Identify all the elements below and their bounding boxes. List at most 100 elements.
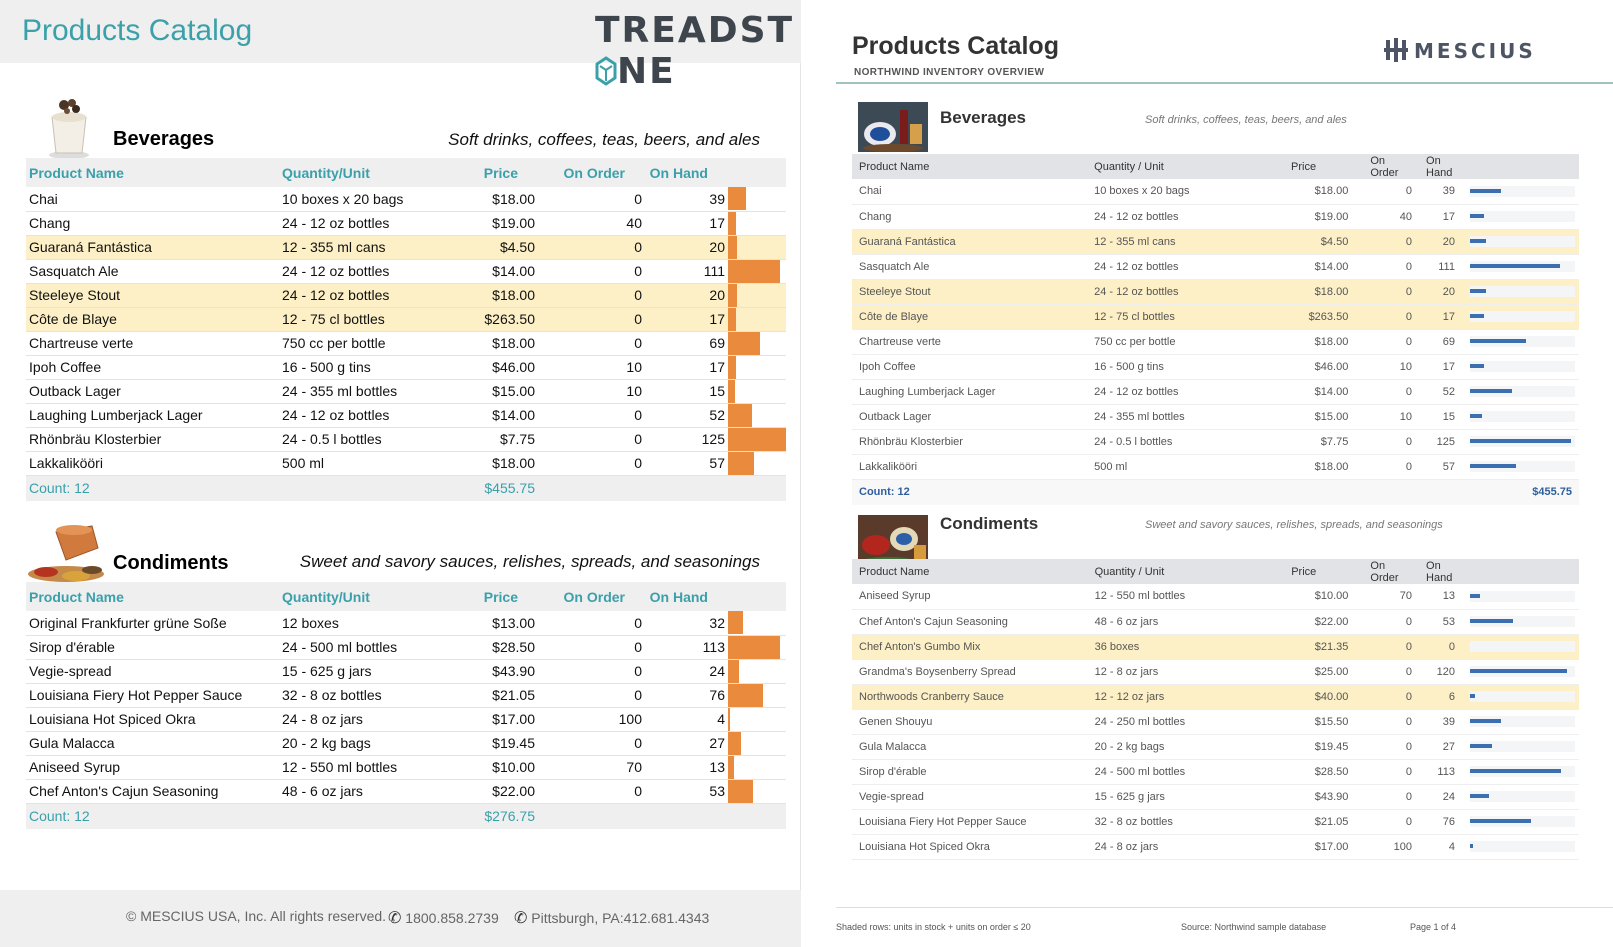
price: $13.00 bbox=[431, 611, 538, 636]
on-hand-bar-track bbox=[1469, 841, 1575, 852]
quantity-unit: 48 - 6 oz jars bbox=[279, 779, 431, 804]
on-hand-bar bbox=[1469, 264, 1560, 268]
on-hand-bar-track bbox=[1469, 211, 1575, 222]
price: $46.00 bbox=[1246, 354, 1356, 380]
on-hand-bar bbox=[1469, 239, 1487, 243]
gem-logo-icon bbox=[595, 56, 617, 86]
on-order: 0 bbox=[538, 403, 645, 428]
price: $18.00 bbox=[1246, 329, 1356, 355]
on-hand: 32 bbox=[645, 611, 728, 636]
price: $7.75 bbox=[1246, 429, 1356, 455]
on-hand-bar bbox=[1469, 389, 1512, 393]
on-hand: 76 bbox=[645, 683, 728, 708]
on-hand-bar bbox=[728, 755, 735, 779]
product-name: Vegie-spread bbox=[852, 784, 1088, 810]
product-name: Gula Malacca bbox=[26, 731, 279, 756]
mescius-logo: MESCIUS bbox=[1384, 38, 1536, 63]
table-row: Vegie-spread 15 - 625 g jars $43.90 0 24 bbox=[852, 784, 1579, 810]
copyright-text: © MESCIUS USA, Inc. All rights reserved. bbox=[126, 908, 387, 924]
price: $19.45 bbox=[431, 731, 538, 756]
on-hand-bar-track bbox=[1469, 386, 1575, 397]
product-name: Louisiana Fiery Hot Pepper Sauce bbox=[852, 809, 1088, 835]
price: $21.05 bbox=[1246, 809, 1356, 835]
on-hand: 57 bbox=[645, 451, 728, 476]
on-order: 0 bbox=[538, 659, 645, 684]
quantity-unit: 12 - 75 cl bottles bbox=[1087, 304, 1247, 330]
count-label: Count: 12 bbox=[852, 478, 1088, 505]
on-order: 0 bbox=[1355, 734, 1420, 760]
on-hand-bar-track bbox=[1469, 741, 1575, 752]
on-hand-bar bbox=[728, 283, 738, 307]
price: $25.00 bbox=[1246, 659, 1356, 685]
product-name: Chef Anton's Cajun Seasoning bbox=[26, 779, 279, 804]
quantity-unit: 24 - 8 oz jars bbox=[1087, 834, 1247, 860]
on-hand-bar bbox=[728, 659, 740, 683]
on-hand-bar-track bbox=[1469, 185, 1575, 197]
quantity-unit: 10 boxes x 20 bags bbox=[1087, 179, 1247, 205]
on-order: 0 bbox=[538, 283, 645, 308]
quantity-unit: 15 - 625 g jars bbox=[279, 659, 431, 684]
on-hand-bar bbox=[728, 187, 747, 211]
price: $22.00 bbox=[431, 779, 538, 804]
on-order: 0 bbox=[538, 235, 645, 260]
on-hand-bar-track bbox=[1469, 716, 1575, 727]
table-row: Chef Anton's Cajun Seasoning 48 - 6 oz ja… bbox=[26, 779, 786, 804]
table-row: Louisiana Fiery Hot Pepper Sauce 32 - 8 o… bbox=[852, 809, 1579, 835]
table-row: Sirop d'érable 24 - 500 ml bottles $28.50 0… bbox=[852, 759, 1579, 785]
on-hand: 20 bbox=[1419, 279, 1462, 305]
table-row: Louisiana Fiery Hot Pepper Sauce 32 - 8 o… bbox=[26, 683, 786, 708]
on-order: 100 bbox=[538, 707, 645, 732]
product-name: Ipoh Coffee bbox=[26, 355, 279, 380]
quantity-unit: 12 - 355 ml cans bbox=[1087, 229, 1247, 255]
product-name: Steeleye Stout bbox=[852, 279, 1088, 305]
on-hand-bar-track bbox=[1469, 590, 1575, 602]
quantity-unit: 12 - 550 ml bottles bbox=[1087, 584, 1247, 610]
on-order: 0 bbox=[1355, 304, 1420, 330]
product-name: Côte de Blaye bbox=[26, 307, 279, 332]
column-header-on-hand: On Hand bbox=[649, 164, 708, 181]
product-name: Louisiana Hot Spiced Okra bbox=[26, 707, 279, 732]
table-row: Chef Anton's Cajun Seasoning 48 - 6 oz ja… bbox=[852, 609, 1579, 635]
on-order: 0 bbox=[1355, 609, 1420, 635]
on-order: 0 bbox=[1355, 634, 1420, 660]
on-hand: 17 bbox=[645, 211, 728, 236]
column-header-price: Price bbox=[1291, 565, 1317, 578]
price: $18.00 bbox=[431, 187, 538, 212]
product-name: Lakkalikööri bbox=[852, 454, 1088, 480]
price: $19.45 bbox=[1246, 734, 1356, 760]
column-header-on-hand: On Hand bbox=[649, 588, 708, 605]
on-hand: 15 bbox=[1419, 404, 1462, 430]
footer-rule bbox=[836, 907, 1613, 908]
on-hand-bar bbox=[1469, 289, 1487, 293]
product-name: Chang bbox=[26, 211, 279, 236]
product-name: Laughing Lumberjack Lager bbox=[26, 403, 279, 428]
on-hand-bar bbox=[728, 611, 743, 635]
column-header-product-name: Product Name bbox=[29, 588, 124, 605]
product-name: Lakkalikööri bbox=[26, 451, 279, 476]
category-name: Beverages bbox=[113, 128, 215, 150]
quantity-unit: 750 cc per bottle bbox=[279, 331, 431, 356]
price: $14.00 bbox=[431, 259, 538, 284]
on-order: 0 bbox=[538, 731, 645, 756]
source-note: Source: Northwind sample database bbox=[1181, 922, 1327, 932]
on-hand-bar-track bbox=[1469, 336, 1575, 347]
on-hand-bar bbox=[1469, 464, 1516, 468]
quantity-unit: 500 ml bbox=[279, 451, 431, 476]
on-order: 0 bbox=[1355, 229, 1420, 255]
on-hand: 39 bbox=[1419, 709, 1462, 735]
on-hand: 39 bbox=[645, 187, 728, 212]
table-row: Louisiana Hot Spiced Okra 24 - 8 oz jars $… bbox=[852, 834, 1579, 860]
quantity-unit: 12 - 8 oz jars bbox=[1087, 659, 1247, 685]
on-hand: 13 bbox=[1419, 584, 1462, 610]
on-hand: 17 bbox=[645, 307, 728, 332]
price: $10.00 bbox=[1246, 584, 1356, 610]
category-description: Sweet and savory sauces, relishes, sprea… bbox=[299, 552, 760, 571]
on-order: 0 bbox=[538, 779, 645, 804]
on-hand: 24 bbox=[645, 659, 728, 684]
quantity-unit: 24 - 12 oz bottles bbox=[1087, 254, 1247, 280]
on-hand-bar-track bbox=[1469, 261, 1575, 272]
quantity-unit: 24 - 355 ml bottles bbox=[1087, 404, 1247, 430]
quantity-unit: 12 - 355 ml cans bbox=[279, 235, 431, 260]
on-order: 0 bbox=[1355, 809, 1420, 835]
table-row: Aniseed Syrup 12 - 550 ml bottles $10.00 70… bbox=[26, 755, 786, 780]
